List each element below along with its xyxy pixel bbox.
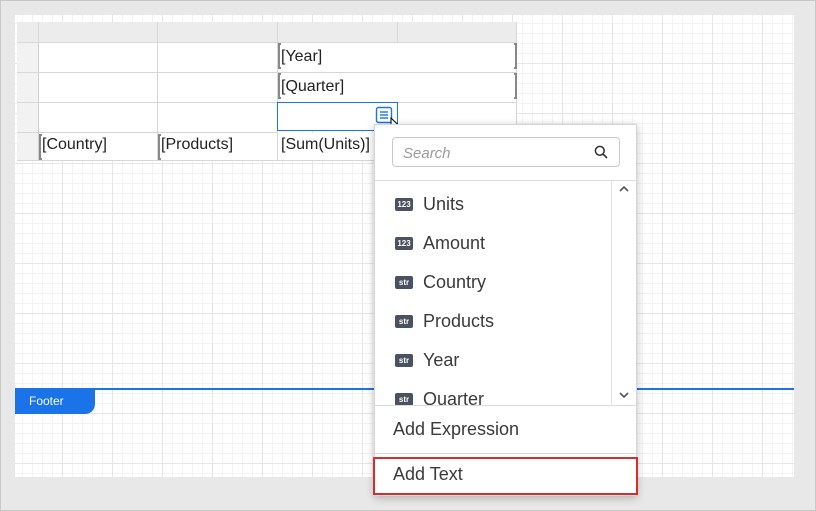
field-item-products[interactable]: str Products	[395, 310, 494, 332]
row-header-1[interactable]	[17, 43, 39, 73]
column-header-2[interactable]	[158, 22, 278, 43]
number-type-icon: 123	[395, 197, 413, 211]
row-header-4[interactable]	[17, 133, 39, 161]
table-cell[interactable]	[158, 73, 278, 103]
group-bracket	[158, 134, 161, 160]
field-item-year[interactable]: str Year	[395, 349, 459, 371]
search-input[interactable]	[401, 142, 585, 164]
table-cell[interactable]	[39, 43, 158, 73]
field-item-quarter[interactable]: str Quarter	[395, 388, 484, 405]
chevron-up-icon[interactable]	[612, 181, 635, 199]
chevron-down-icon[interactable]	[612, 387, 635, 405]
string-type-icon: str	[395, 392, 413, 405]
divider	[375, 453, 636, 454]
add-expression-button[interactable]: Add Expression	[393, 419, 519, 440]
products-cell[interactable]: [Products]	[158, 133, 278, 161]
table-cell[interactable]	[158, 103, 278, 133]
table-cell[interactable]	[158, 43, 278, 73]
string-type-icon: str	[395, 314, 413, 328]
field-list-scrollbar[interactable]	[611, 181, 635, 405]
field-label: Country	[423, 271, 487, 292]
table-cell[interactable]	[39, 103, 158, 133]
group-bracket	[39, 134, 42, 160]
column-header-4[interactable]	[398, 22, 517, 43]
field-label: Amount	[423, 232, 486, 253]
row-header-3[interactable]	[17, 103, 39, 133]
quarter-cell[interactable]: [Quarter]	[278, 73, 517, 103]
search-icon[interactable]	[594, 145, 608, 164]
country-cell[interactable]: [Country]	[39, 133, 158, 161]
group-bracket	[278, 73, 281, 99]
string-type-icon: str	[395, 353, 413, 367]
field-label: Units	[423, 193, 465, 214]
table-cell[interactable]	[39, 73, 158, 103]
field-picker-popup: 123 Units 123 Amount str Country str Pro…	[373, 124, 638, 496]
divider	[375, 405, 636, 406]
footer-band-tab[interactable]: Footer	[15, 390, 95, 414]
field-list: 123 Units 123 Amount str Country str Pro…	[375, 181, 611, 405]
row-header-2[interactable]	[17, 73, 39, 103]
column-header-3[interactable]	[278, 22, 398, 43]
search-box[interactable]	[392, 137, 620, 167]
number-type-icon: 123	[395, 236, 413, 250]
sum-units-cell[interactable]: [Sum(Units)]	[278, 133, 378, 161]
column-header-1[interactable]	[39, 22, 158, 43]
field-item-amount[interactable]: 123 Amount	[395, 232, 485, 254]
group-bracket	[278, 43, 281, 69]
field-item-country[interactable]: str Country	[395, 271, 486, 293]
field-item-units[interactable]: 123 Units	[395, 193, 464, 215]
group-bracket	[514, 73, 517, 99]
highlight-box	[373, 457, 638, 495]
year-cell[interactable]: [Year]	[278, 43, 517, 73]
corner-header	[17, 22, 39, 43]
group-bracket	[514, 43, 517, 69]
string-type-icon: str	[395, 275, 413, 289]
field-label: Products	[423, 310, 495, 331]
field-label: Year	[423, 349, 460, 370]
field-label: Quarter	[423, 388, 485, 406]
